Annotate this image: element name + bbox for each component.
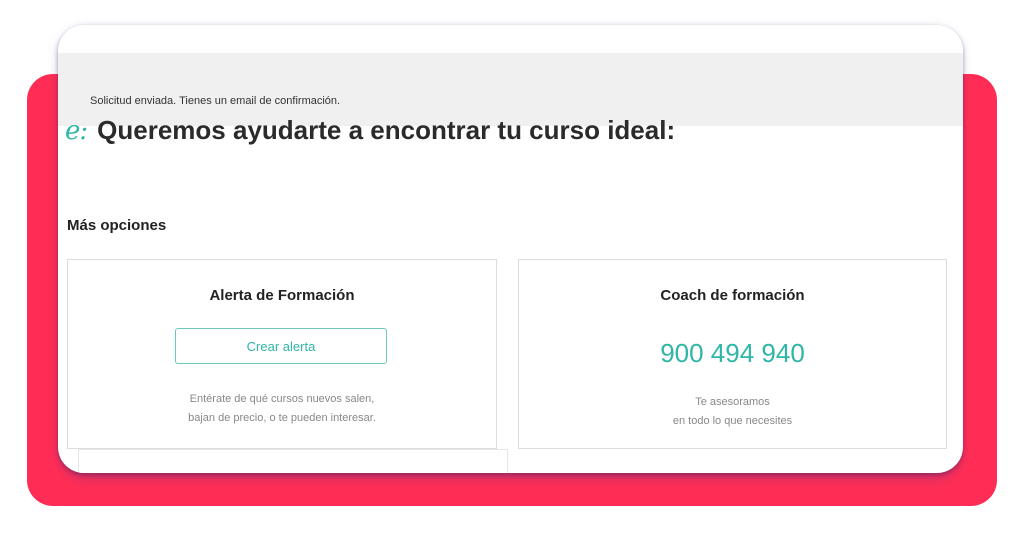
description-line: Te asesoramos — [695, 396, 770, 408]
partial-card — [78, 449, 508, 473]
page-title: Queremos ayudarte a encontrar tu curso i… — [97, 115, 676, 145]
training-alert-title: Alerta de Formación — [209, 287, 355, 304]
training-coach-card: Coach de formación 900 494 940 Te asesor… — [518, 259, 947, 449]
description-line: en todo lo que necesites — [672, 415, 793, 427]
screenshot-card: Solicitud enviada. Tienes un email de co… — [58, 25, 963, 473]
training-coach-description: Te asesoramos en todo lo que necesites — [519, 393, 946, 431]
notice-message: Solicitud enviada. Tienes un email de co… — [90, 95, 341, 107]
section-title: Más opciones — [67, 217, 167, 234]
description-line: bajan de precio, o te pueden interesar. — [188, 412, 376, 424]
create-alert-button[interactable]: Crear alerta — [175, 328, 387, 364]
training-alert-description: Entérate de qué cursos nuevos salen, baj… — [68, 390, 496, 428]
brand-logo-icon: e: — [65, 115, 88, 146]
training-alert-card: Alerta de Formación Crear alerta Entérat… — [67, 259, 497, 449]
training-coach-title: Coach de formación — [660, 287, 805, 304]
page-header: e: Queremos ayudarte a encontrar tu curs… — [65, 115, 675, 146]
description-line: Entérate de qué cursos nuevos salen, — [189, 393, 375, 405]
coach-phone-link[interactable]: 900 494 940 — [519, 338, 946, 369]
